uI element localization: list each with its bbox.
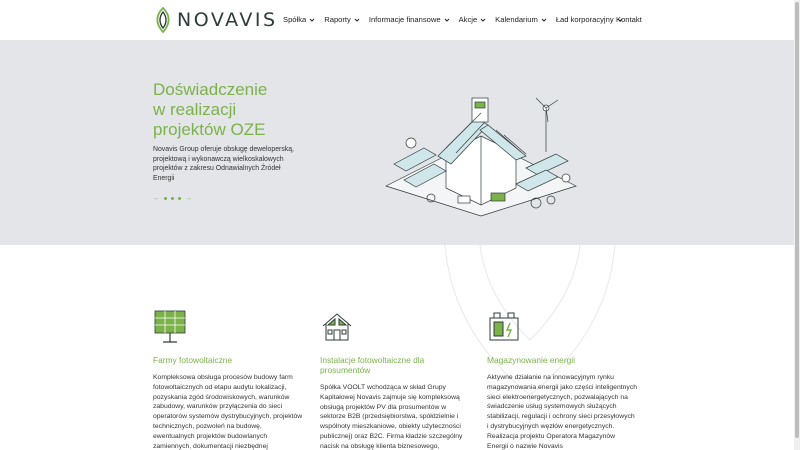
slider-dot[interactable] — [171, 197, 174, 200]
site-header: NOVAVIS Spółka Raporty Informacje finans… — [0, 0, 794, 40]
nav-label: Spółka — [283, 15, 307, 24]
solar-panel-icon — [154, 310, 186, 343]
house-solar-icon — [322, 313, 352, 341]
hero-title-line: w realizacji — [153, 100, 237, 119]
chevron-down-icon — [444, 18, 449, 22]
slider-dot[interactable] — [178, 197, 181, 200]
nav-item-raporty[interactable]: Raporty — [324, 15, 360, 24]
feature-title[interactable]: Farmy fotowoltaiczne — [153, 355, 303, 365]
energy-storage-icon — [489, 312, 519, 341]
nav-contact-link[interactable]: Kontakt — [616, 15, 642, 24]
leaf-logo-icon — [156, 7, 170, 33]
novavis-logo[interactable]: NOVAVIS — [153, 7, 278, 33]
scrollbar-thumb[interactable] — [795, 2, 799, 438]
feature-title[interactable]: Magazynowanie energii — [487, 355, 637, 365]
feature-title[interactable]: Instalacje fotowoltaiczne dla prosumentó… — [320, 355, 470, 375]
main-nav: Spółka Raporty Informacje finansowe Akcj… — [283, 15, 632, 24]
nav-item-informacje-finansowe[interactable]: Informacje finansowe — [369, 15, 450, 24]
hero-description: Novavis Group oferuje obsługę dewelopers… — [153, 146, 294, 182]
chevron-down-icon — [354, 18, 360, 22]
slider-next-button[interactable]: → — [185, 195, 192, 202]
nav-label: Informacje finansowe — [368, 15, 441, 24]
brand-name: NOVAVIS — [177, 9, 278, 31]
feature-prosumer-installations: Instalacje fotowoltaiczne dla prosumentó… — [320, 310, 470, 450]
hero-slider: Doświadczenie w realizacji projektów OZE… — [0, 40, 794, 245]
slider-controls: ← → — [153, 195, 192, 202]
nav-label: Kalendarium — [495, 15, 538, 24]
feature-text: Kompleksowa obsługa procesów budowy farm… — [153, 374, 303, 450]
nav-label: Ład korporacyjny — [555, 15, 614, 24]
nav-item-lad-korporacyjny[interactable]: Ład korporacyjny — [556, 15, 623, 24]
hero-title-line: projektów OZE — [153, 120, 266, 139]
page-scrollbar[interactable] — [794, 0, 800, 450]
nav-item-kalendarium[interactable]: Kalendarium — [495, 15, 547, 24]
nav-item-akcje[interactable]: Akcje — [459, 15, 487, 24]
chevron-down-icon — [309, 18, 315, 22]
slider-dot[interactable] — [164, 197, 167, 200]
hero-title-line: Doświadczenie — [153, 80, 268, 99]
slider-prev-button[interactable]: ← — [153, 195, 160, 202]
chevron-down-icon — [541, 18, 547, 22]
nav-label: Raporty — [324, 15, 351, 24]
solar-house-illustration — [385, 97, 577, 217]
feature-text: Aktywne działanie na innowacyjnym rynku … — [487, 374, 637, 450]
nav-item-spolka[interactable]: Spółka — [283, 15, 315, 24]
feature-solar-farms: Farmy fotowoltaiczne Kompleksowa obsługa… — [153, 310, 303, 450]
chevron-down-icon — [480, 18, 486, 22]
feature-energy-storage: Magazynowanie energii Aktywne działanie … — [487, 310, 637, 450]
feature-text: Spółka VOOLT wchodząca w skład Grupy Kap… — [320, 384, 463, 450]
nav-label: Akcje — [458, 15, 478, 24]
hero-title: Doświadczenie w realizacji projektów OZE — [153, 80, 353, 140]
